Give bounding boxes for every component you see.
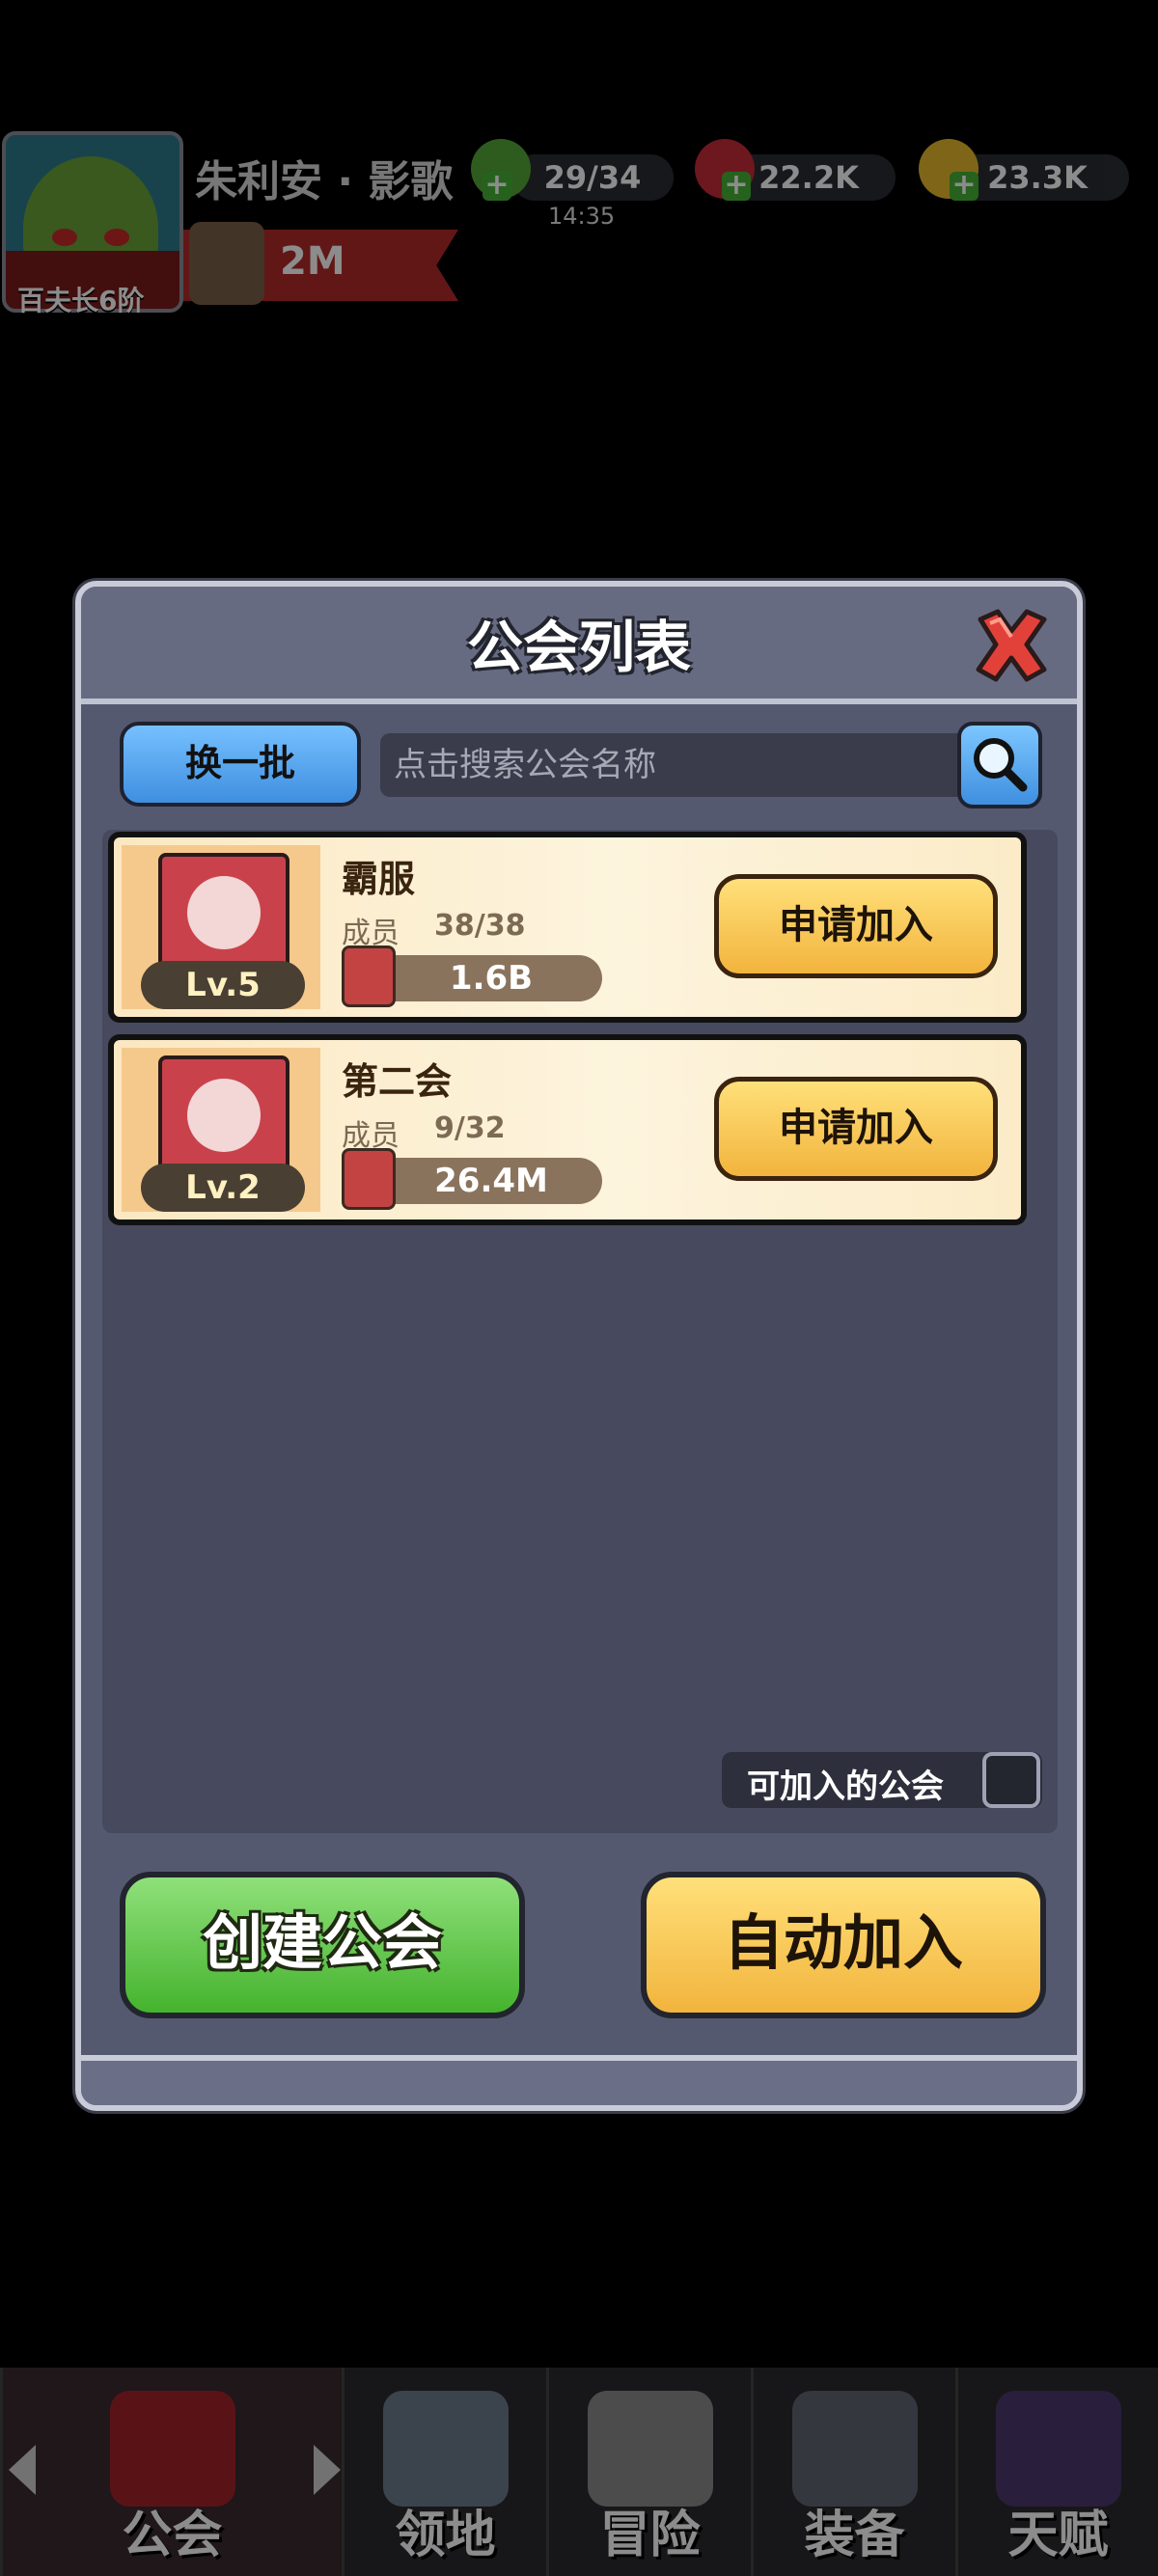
crossed-axes-icon <box>187 876 261 949</box>
add-gems-button[interactable]: + <box>722 171 751 201</box>
joinable-filter-label: 可加入的公会 <box>747 1768 944 1806</box>
dialog-footer <box>81 2055 1077 2105</box>
crossed-axes-icon <box>587 2391 713 2507</box>
guild-level: Lv.2 <box>141 1164 305 1212</box>
nav-left-arrow-icon[interactable] <box>9 2445 36 2495</box>
guild-emblem <box>158 853 290 978</box>
tab-talent[interactable]: 天赋 <box>955 2368 1158 2576</box>
dialog-header: 公会列表 <box>81 587 1077 704</box>
dialog-title: 公会列表 <box>466 615 691 680</box>
add-stamina-button[interactable]: + <box>482 171 511 201</box>
tab-label: 领地 <box>395 2507 496 2564</box>
guild-banner-icon <box>109 2391 235 2507</box>
guild-list-dialog: 公会列表 换一批 Lv.5 霸服 成员 38/38 1.6B 申请加 <box>75 581 1083 2111</box>
guild-level: Lv.5 <box>141 961 305 1009</box>
castle-icon <box>382 2391 509 2507</box>
crossed-axes-icon <box>187 1079 261 1152</box>
search-icon <box>974 738 1028 792</box>
member-count: 9/32 <box>434 1111 506 1145</box>
tab-label: 装备 <box>804 2507 905 2564</box>
apply-join-button[interactable]: 申请加入 <box>714 1077 998 1181</box>
apply-join-button[interactable]: 申请加入 <box>714 874 998 978</box>
helmet-icon <box>791 2391 918 2507</box>
tab-adventure[interactable]: 冒险 <box>546 2368 751 2576</box>
rank-label: 百夫长6阶 <box>17 285 145 316</box>
tab-territory[interactable]: 领地 <box>342 2368 546 2576</box>
stamina-pill: 29/34 <box>511 154 674 201</box>
bottom-nav: 公会 领地 冒险 装备 天赋 <box>0 2368 1158 2576</box>
tab-equipment[interactable]: 装备 <box>751 2368 955 2576</box>
power-value: 2M <box>280 239 345 284</box>
spellbook-icon <box>995 2391 1121 2507</box>
power-axe-icon <box>342 945 396 1007</box>
gems-value: 22.2K <box>758 159 859 196</box>
add-gold-button[interactable]: + <box>950 171 979 201</box>
guild-card-1[interactable]: Lv.5 霸服 成员 38/38 1.6B 申请加入 <box>108 832 1027 1023</box>
tab-label: 公会 <box>122 2507 223 2564</box>
guild-list: Lv.5 霸服 成员 38/38 1.6B 申请加入 Lv.2 第二会 成员 9… <box>102 830 1058 1833</box>
guild-name: 霸服 <box>342 858 416 900</box>
tab-guild[interactable]: 公会 <box>0 2368 342 2576</box>
guild-search-input[interactable] <box>380 733 971 797</box>
member-count: 38/38 <box>434 909 526 943</box>
refresh-button[interactable]: 换一批 <box>120 722 361 807</box>
axe-icon <box>189 222 264 305</box>
power-axe-icon <box>342 1148 396 1210</box>
tab-label: 天赋 <box>1007 2507 1109 2564</box>
joinable-filter: 可加入的公会 <box>722 1752 1042 1808</box>
search-button[interactable] <box>957 722 1042 808</box>
stamina-value: 29/34 <box>543 159 642 196</box>
nav-right-arrow-icon[interactable] <box>314 2445 341 2495</box>
create-guild-button[interactable]: 创建公会 <box>120 1872 525 2018</box>
close-icon[interactable] <box>971 608 1052 683</box>
stamina-timer: 14:35 <box>548 203 616 230</box>
guild-emblem <box>158 1055 290 1181</box>
guild-name: 第二会 <box>342 1060 453 1103</box>
player-name: 朱利安 · 影歌 <box>195 157 454 206</box>
auto-join-button[interactable]: 自动加入 <box>641 1872 1046 2018</box>
tab-label: 冒险 <box>599 2507 701 2564</box>
joinable-checkbox[interactable] <box>982 1752 1040 1808</box>
guild-card-2[interactable]: Lv.2 第二会 成员 9/32 26.4M 申请加入 <box>108 1034 1027 1225</box>
top-hud: 百夫长6阶 朱利安 · 影歌 29/34 + 14:35 22.2K + 23.… <box>0 125 1158 328</box>
gold-value: 23.3K <box>987 159 1088 196</box>
